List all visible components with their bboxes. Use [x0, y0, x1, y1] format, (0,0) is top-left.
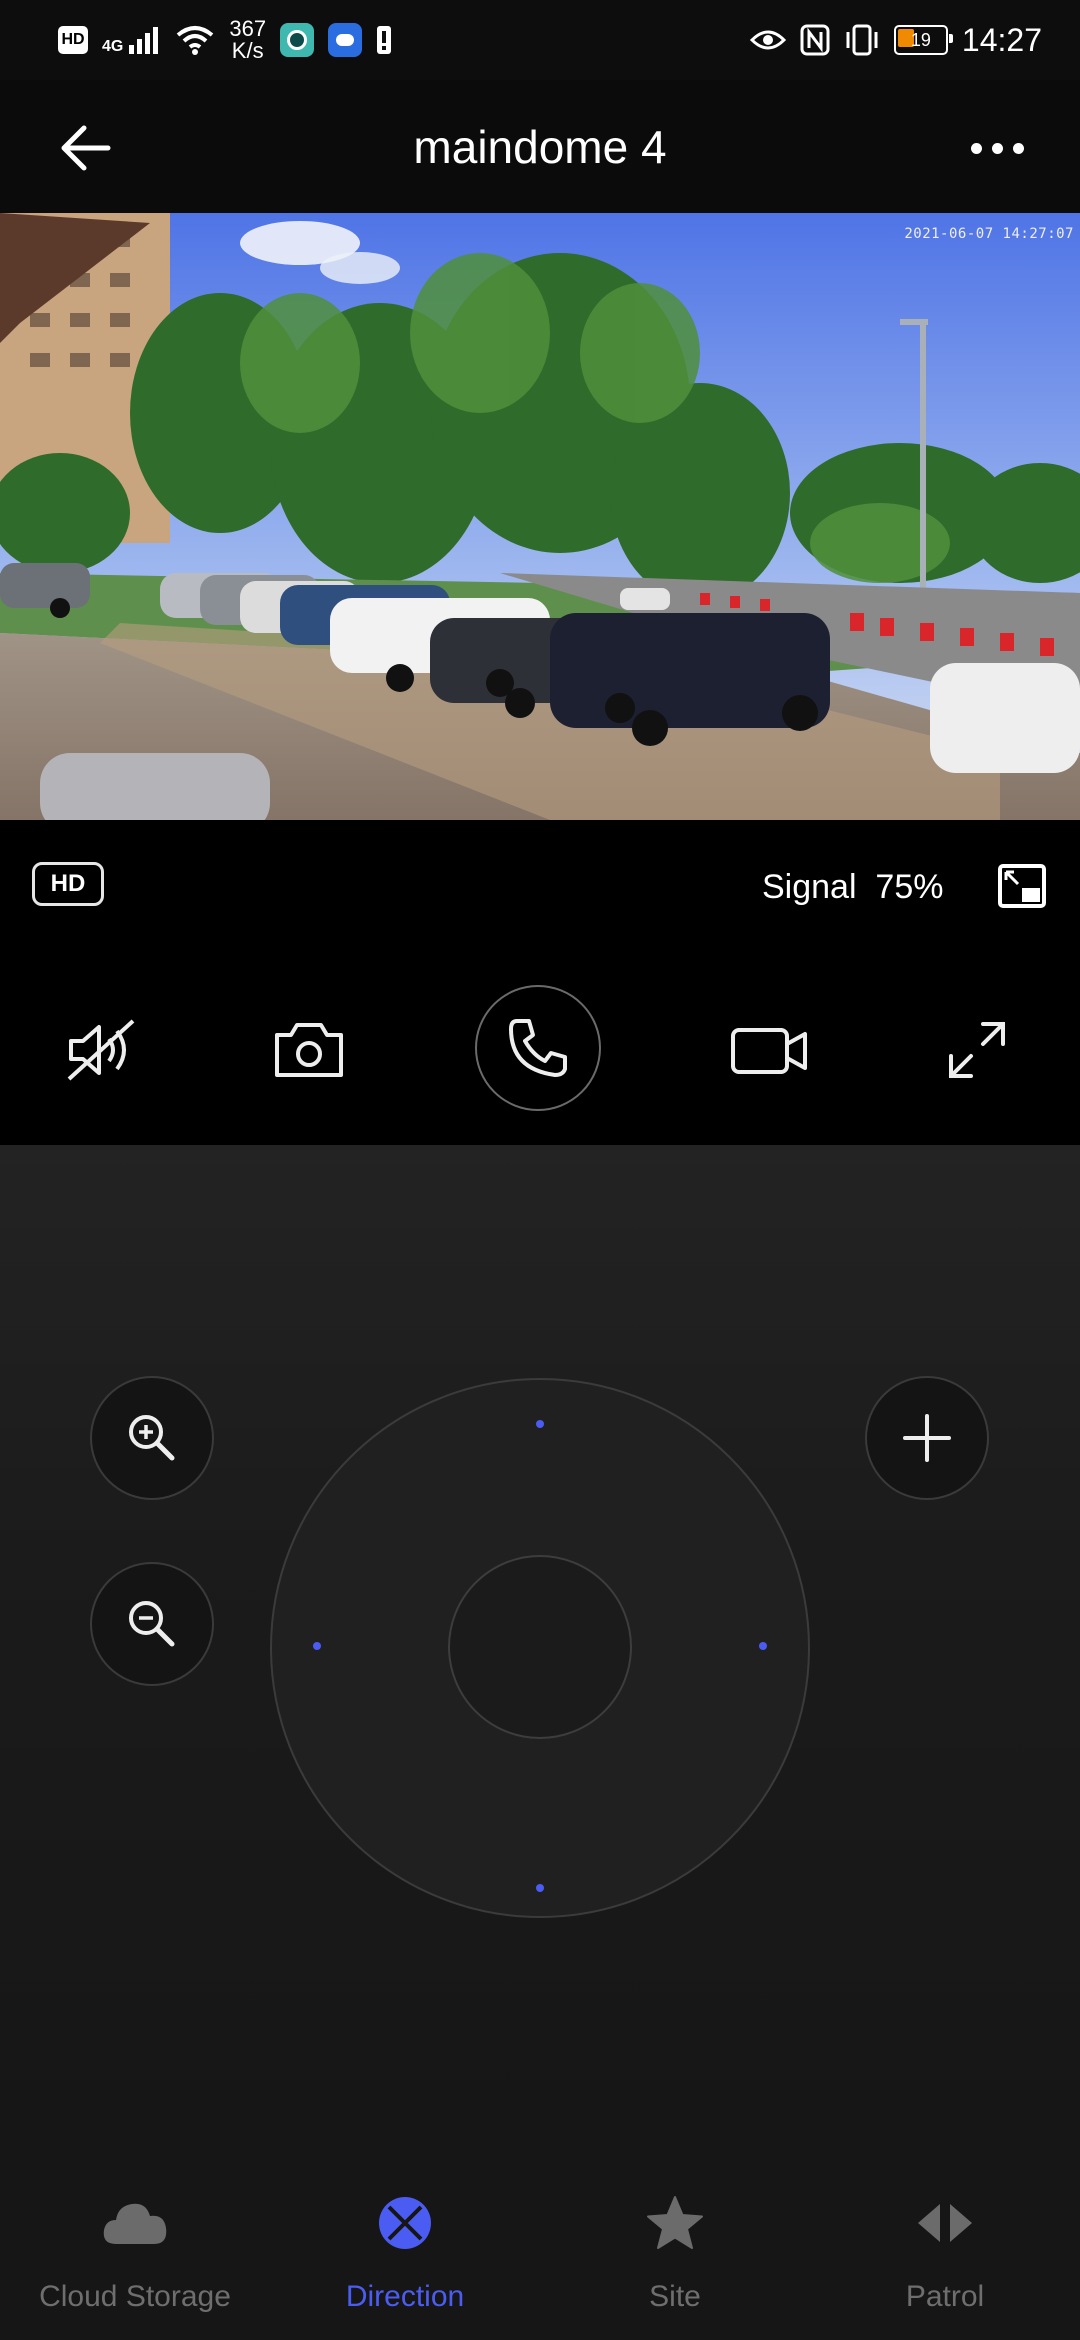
nav-item-site[interactable]: Site: [540, 2180, 810, 2320]
pan-right-indicator[interactable]: [759, 1642, 767, 1650]
plus-icon: [903, 1414, 951, 1462]
nav-label-patrol: Patrol: [905, 2280, 985, 2313]
star-icon: [640, 2188, 710, 2258]
status-bar: HD 4G 367 K/s 19 14:27: [0, 0, 1080, 80]
nav-label-direction: Direction: [345, 2280, 465, 2313]
clock: 14:27: [961, 21, 1042, 58]
header-bar: [0, 80, 1080, 213]
signal-value: 75%: [875, 868, 944, 906]
camera-video-feed[interactable]: [0, 213, 1080, 820]
direction-icon: [370, 2188, 440, 2258]
more-dot-icon: [970, 142, 982, 154]
fullscreen-expand-icon: [949, 1022, 1005, 1078]
add-preset-button[interactable]: [865, 1376, 989, 1500]
nav-item-direction[interactable]: Direction: [270, 2180, 540, 2320]
record-video-button[interactable]: [715, 1000, 825, 1100]
fullscreen-button[interactable]: [922, 1000, 1032, 1100]
battery-level: 19: [910, 29, 931, 50]
pan-left-indicator[interactable]: [313, 1642, 321, 1650]
picture-in-picture-button[interactable]: [996, 860, 1048, 912]
eye-icon: [749, 30, 786, 50]
pan-down-indicator[interactable]: [536, 1884, 544, 1892]
nav-label-cloud-storage: Cloud Storage: [39, 2280, 231, 2313]
camera-icon: [275, 1023, 343, 1077]
nav-item-patrol[interactable]: Patrol: [810, 2180, 1080, 2320]
phone-icon: [509, 1019, 567, 1077]
snapshot-button[interactable]: [254, 1000, 364, 1100]
mute-button[interactable]: [48, 1000, 158, 1100]
back-button[interactable]: [50, 118, 120, 178]
more-dot-icon: [991, 142, 1003, 154]
back-arrow-icon: [61, 125, 111, 171]
nav-item-cloud-storage[interactable]: Cloud Storage: [0, 2180, 270, 2320]
nav-label-site: Site: [649, 2280, 701, 2313]
speed-unit: K/s: [231, 38, 264, 63]
wifi-icon: [177, 26, 214, 55]
hd-status-badge: HD: [58, 26, 88, 54]
zoom-out-icon: [129, 1601, 175, 1647]
cloud-icon: [100, 2188, 170, 2258]
hd-quality-toggle[interactable]: HD: [32, 862, 104, 906]
video-camera-icon: [731, 1028, 807, 1074]
alert-icon: [377, 26, 392, 54]
zoom-in-icon: [129, 1415, 175, 1461]
more-options-button[interactable]: [952, 118, 1042, 178]
picture-in-picture-icon: [998, 864, 1046, 908]
signal-label: Signal: [762, 868, 857, 906]
zoom-out-button[interactable]: [90, 1562, 214, 1686]
robot-app-icon: [328, 23, 363, 57]
camera-app-icon: [280, 23, 315, 57]
ptz-center-button[interactable]: [448, 1555, 632, 1739]
vibrate-icon: [846, 24, 878, 56]
more-dot-icon: [1012, 142, 1024, 154]
battery-indicator: 19: [893, 25, 953, 55]
video-timestamp: 2021-06-07 14:27:07: [904, 226, 1074, 242]
pan-up-indicator[interactable]: [536, 1420, 544, 1428]
cellular-signal-icon: [129, 27, 159, 54]
speed-value: 367: [229, 16, 267, 41]
nfc-icon: [800, 24, 830, 56]
patrol-icon: [910, 2188, 980, 2258]
network-speed: 367 K/s: [229, 18, 266, 62]
call-button[interactable]: [475, 985, 601, 1111]
zoom-in-button[interactable]: [90, 1376, 214, 1500]
signal-strength: Signal 75%: [762, 868, 943, 907]
network-type: 4G: [102, 38, 124, 55]
speaker-muted-icon: [67, 1019, 135, 1081]
camera-scene-image: [0, 213, 1080, 820]
